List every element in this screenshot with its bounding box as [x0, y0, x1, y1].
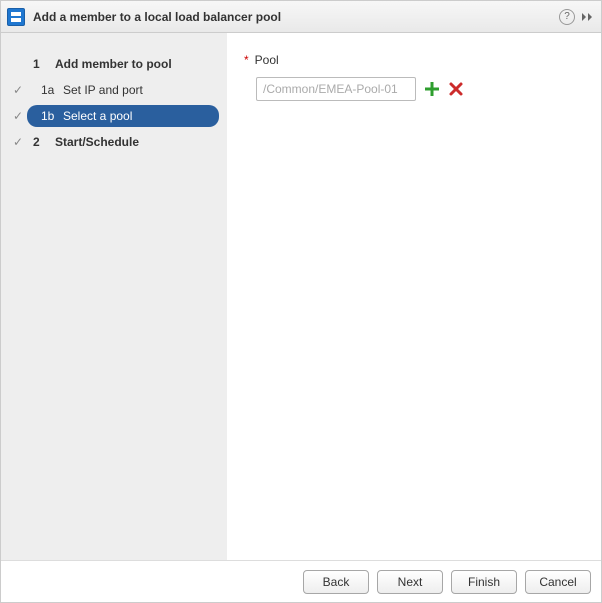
pool-label: Pool — [255, 51, 279, 69]
titlebar-actions: ? — [559, 9, 595, 25]
step-text: Start/Schedule — [55, 135, 139, 149]
expand-icon[interactable] — [581, 11, 595, 23]
step-text: Add member to pool — [55, 57, 172, 71]
step-2[interactable]: ✓ 2 Start/Schedule — [1, 129, 227, 155]
remove-icon[interactable] — [448, 81, 464, 97]
step-text: Select a pool — [63, 109, 132, 123]
step-1b[interactable]: ✓ 1b Select a pool — [1, 103, 227, 129]
titlebar: Add a member to a local load balancer po… — [1, 1, 601, 33]
app-icon — [7, 8, 25, 26]
pool-field: * Pool — [244, 51, 585, 69]
wizard-content: * Pool — [228, 33, 601, 560]
pool-input-row — [256, 77, 585, 101]
step-number: 1a — [41, 83, 55, 97]
dialog-title: Add a member to a local load balancer po… — [33, 10, 559, 24]
add-icon[interactable] — [424, 81, 440, 97]
dialog-footer: Back Next Finish Cancel — [1, 560, 601, 602]
back-button[interactable]: Back — [303, 570, 369, 594]
dialog-body: 1 Add member to pool ✓ 1a Set IP and por… — [1, 33, 601, 560]
check-icon: ✓ — [9, 135, 27, 149]
step-number: 2 — [33, 135, 47, 149]
wizard-dialog: Add a member to a local load balancer po… — [0, 0, 602, 603]
cancel-button[interactable]: Cancel — [525, 570, 591, 594]
required-asterisk-icon: * — [244, 51, 249, 69]
pool-input[interactable] — [256, 77, 416, 101]
check-icon: ✓ — [9, 109, 27, 123]
help-icon[interactable]: ? — [559, 9, 575, 25]
next-button[interactable]: Next — [377, 570, 443, 594]
step-number: 1 — [33, 57, 47, 71]
check-icon: ✓ — [9, 83, 27, 97]
step-1a[interactable]: ✓ 1a Set IP and port — [1, 77, 227, 103]
wizard-sidebar: 1 Add member to pool ✓ 1a Set IP and por… — [1, 33, 228, 560]
step-text: Set IP and port — [63, 83, 143, 97]
finish-button[interactable]: Finish — [451, 570, 517, 594]
step-1[interactable]: 1 Add member to pool — [1, 51, 227, 77]
step-number: 1b — [41, 109, 55, 123]
